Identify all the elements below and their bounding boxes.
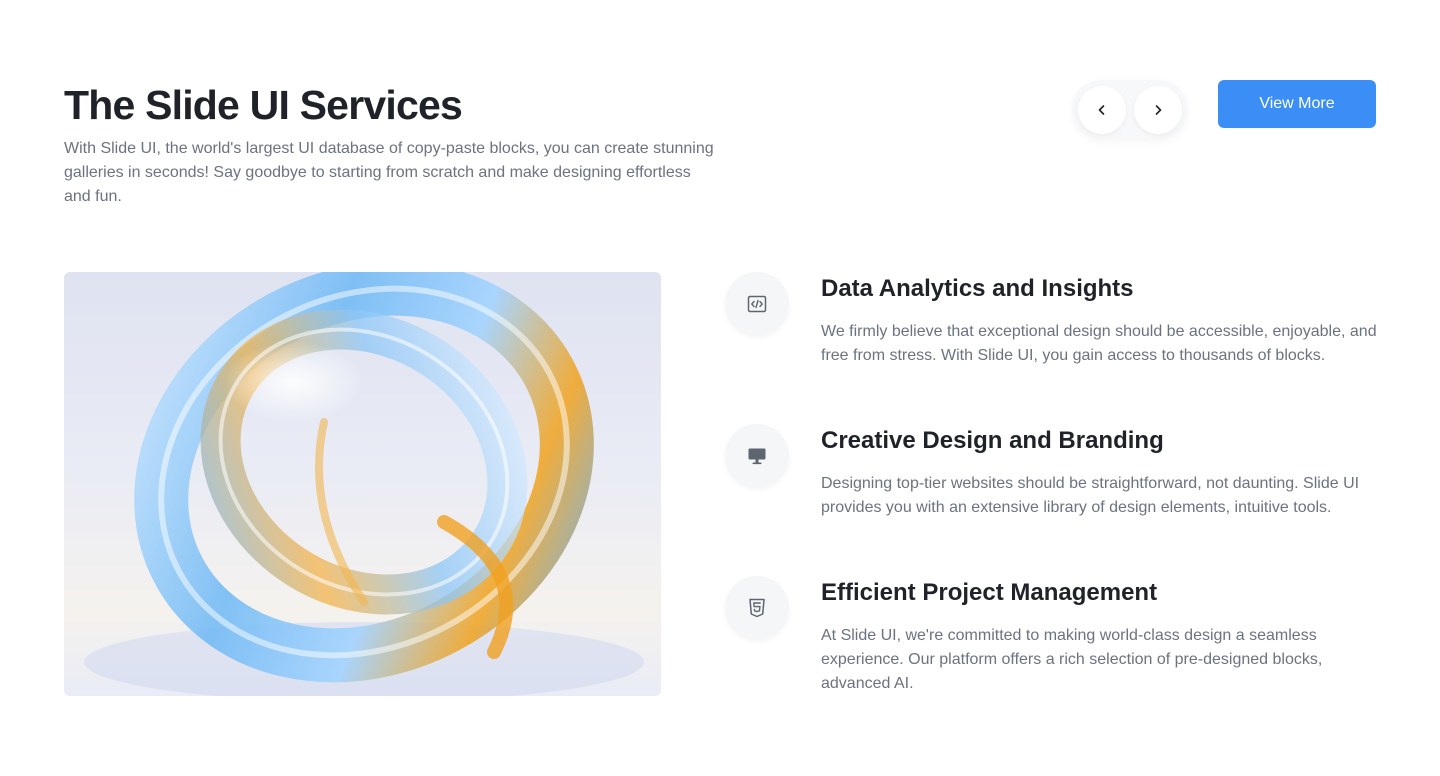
view-more-button[interactable]: View More: [1218, 80, 1376, 128]
carousel-nav: [1072, 80, 1188, 140]
next-button[interactable]: [1134, 86, 1182, 134]
page-title: The Slide UI Services: [64, 82, 463, 128]
glass-ring-illustration: [84, 272, 644, 696]
prev-button[interactable]: [1078, 86, 1126, 134]
monitor-icon: [748, 448, 766, 465]
feature-description: We firmly believe that exceptional desig…: [821, 323, 1377, 364]
feature-description: At Slide UI, we're committed to making w…: [821, 627, 1323, 692]
code-icon: [747, 295, 767, 313]
feature-icon-badge: [725, 272, 789, 336]
chevron-left-icon: [1098, 105, 1105, 115]
feature-icon-badge: [725, 576, 789, 640]
hero-image: [64, 272, 661, 696]
feature-description: Designing top-tier websites should be st…: [821, 475, 1360, 516]
feature-title: Data Analytics and Insights: [821, 275, 1134, 302]
feature-title: Creative Design and Branding: [821, 427, 1164, 454]
html5-icon: [749, 598, 765, 618]
page-subtitle: With Slide UI, the world's largest UI da…: [64, 140, 714, 205]
feature-icon-badge: [725, 424, 789, 488]
feature-title: Efficient Project Management: [821, 579, 1158, 606]
chevron-right-icon: [1155, 105, 1162, 115]
